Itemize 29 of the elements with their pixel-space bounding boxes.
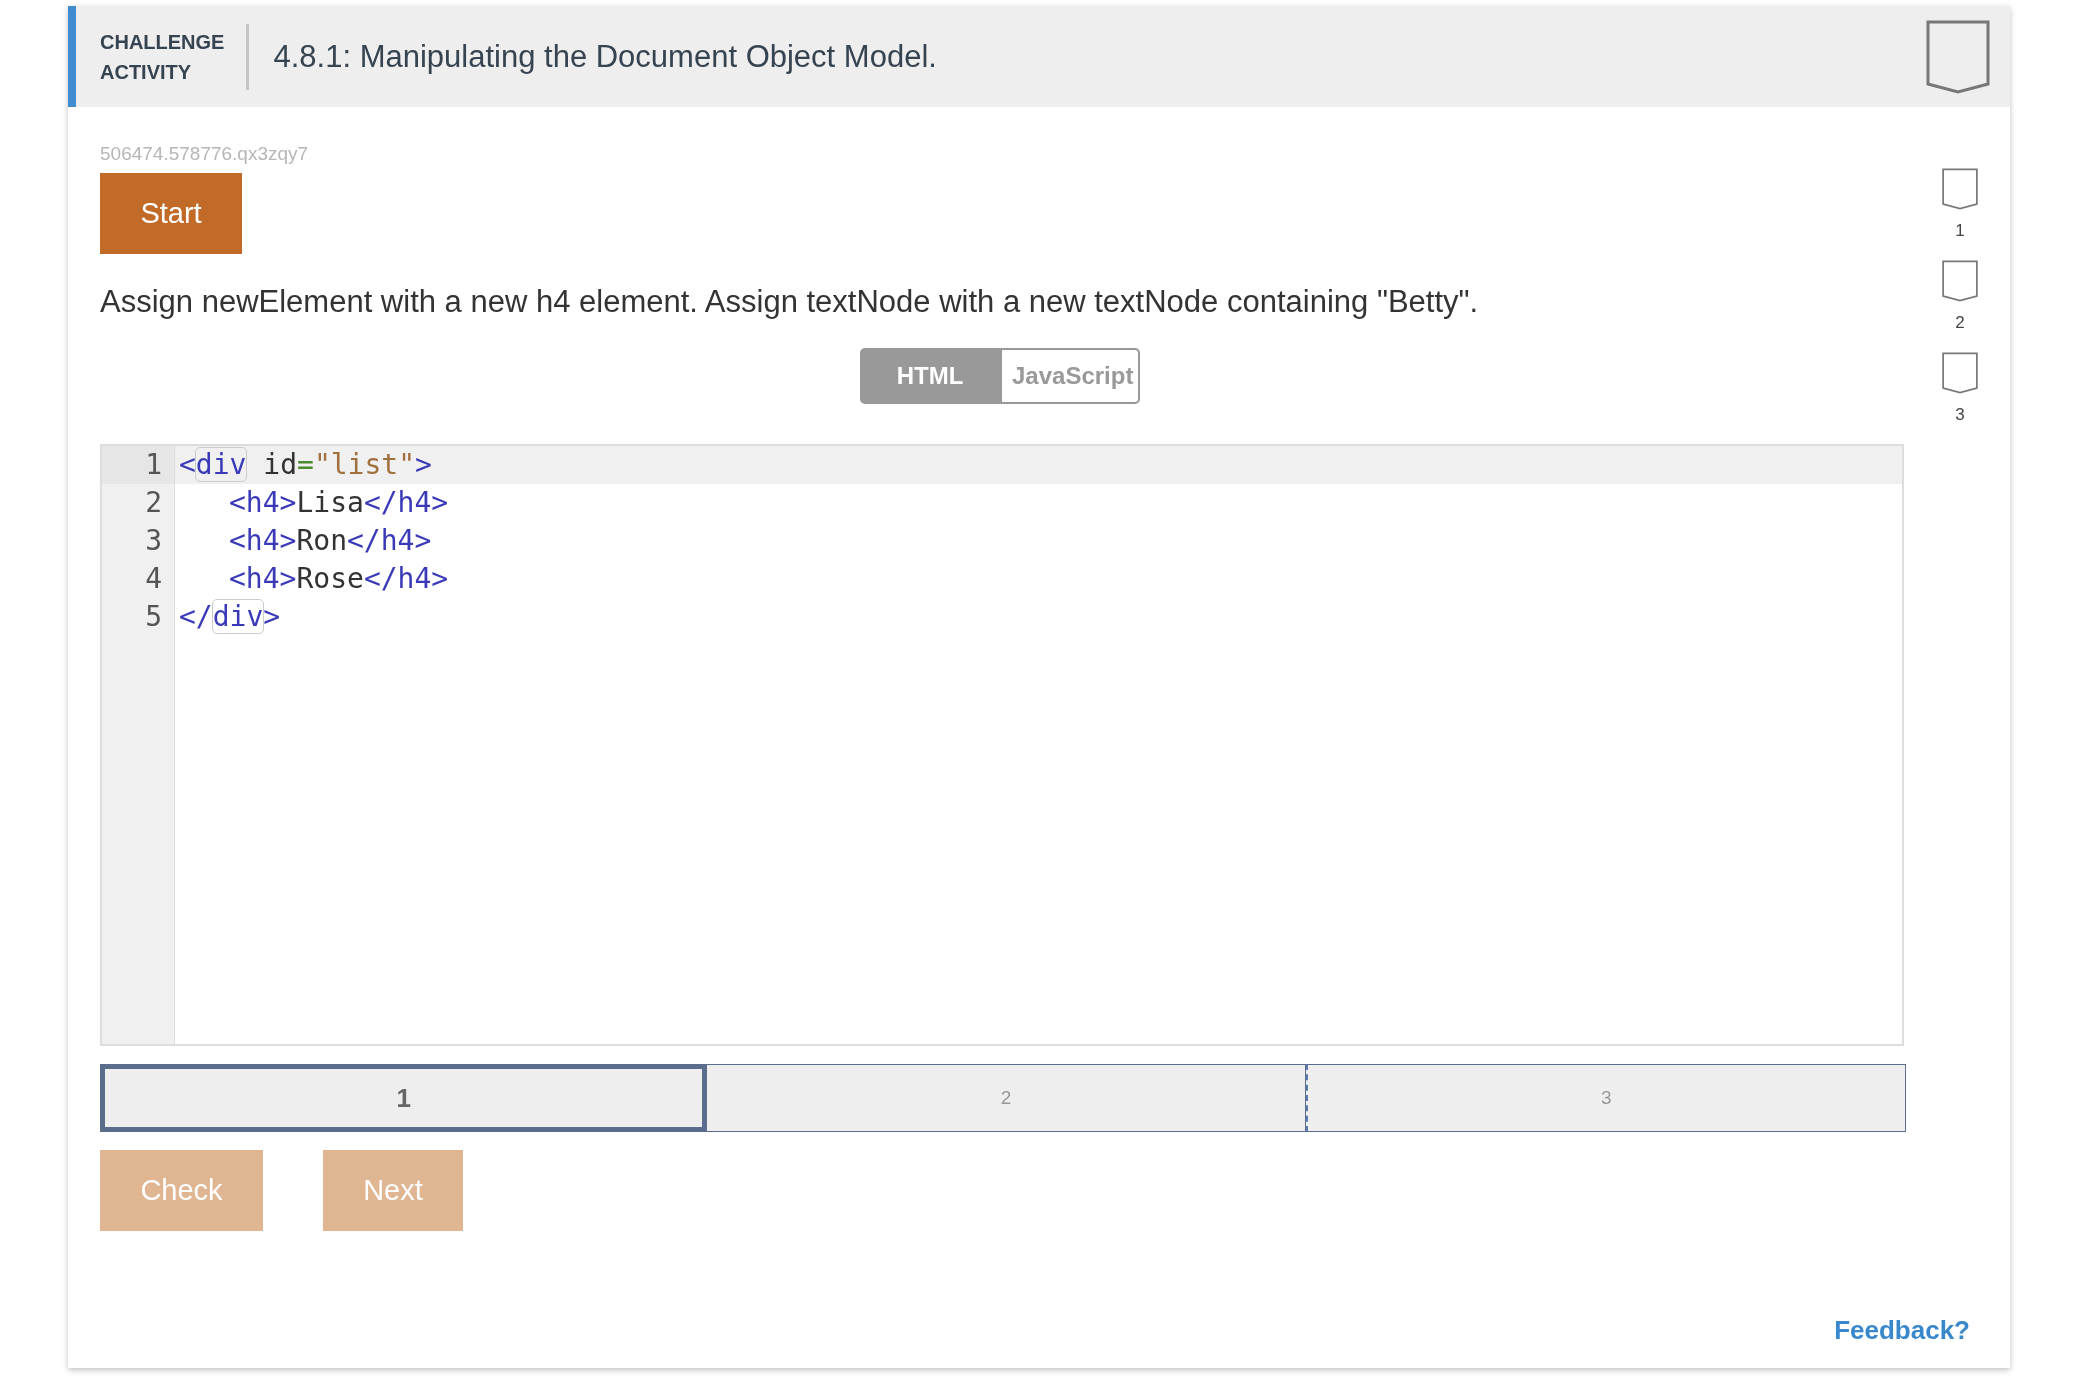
step-tab[interactable]: 2 xyxy=(707,1064,1306,1132)
activity-type-label: CHALLENGE xyxy=(100,29,225,55)
step-tab[interactable]: 1 xyxy=(100,1064,708,1132)
line-number: 3 xyxy=(144,523,163,559)
code-line: <h4>Ron</h4> xyxy=(228,523,433,559)
line-number: 2 xyxy=(144,485,163,521)
badge-icon xyxy=(1942,351,1978,395)
activity-id: 506474.578776.qx3zqy7 xyxy=(100,143,310,165)
step-tab[interactable]: 3 xyxy=(1305,1064,1906,1132)
code-editor[interactable]: 1 2 3 4 5 <div id="list"> <h4>Lisa</h4> <h4>Ron</h4> <h4>Rose</h4> </div> xyxy=(100,444,1904,1046)
badge-icon xyxy=(1942,167,1978,211)
start-button[interactable]: Start xyxy=(100,173,242,254)
activity-title: 4.8.1: Manipulating the Document Object Model. xyxy=(273,38,938,75)
code-line: <h4>Lisa</h4> xyxy=(228,485,450,521)
feedback-link[interactable]: Feedback? xyxy=(1834,1315,1970,1346)
badge-icon xyxy=(1926,19,1990,94)
line-number: 1 xyxy=(102,446,174,484)
level-number: 3 xyxy=(1955,405,1965,425)
activity-type-label: ACTIVITY xyxy=(100,59,193,85)
line-number: 5 xyxy=(144,599,163,635)
code-line: </div> xyxy=(178,599,282,635)
level-number: 1 xyxy=(1955,221,1965,241)
line-number: 4 xyxy=(144,561,163,597)
code-line: <h4>Rose</h4> xyxy=(228,561,450,597)
instructions: Assign newElement with a new h4 element. Assign textNode with a new textNode containing "Betty". xyxy=(100,284,1480,320)
language-tab[interactable]: JavaScript xyxy=(1000,348,1140,404)
level-number: 2 xyxy=(1955,313,1965,333)
badge-icon xyxy=(1942,259,1978,303)
language-tab[interactable]: HTML xyxy=(860,348,1000,404)
